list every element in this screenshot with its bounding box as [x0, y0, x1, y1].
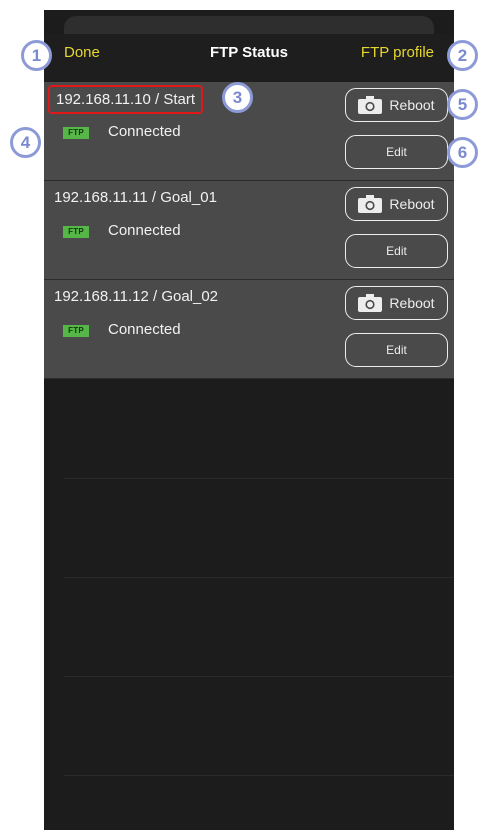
connection-status: Connected [108, 321, 181, 338]
reboot-label: Reboot [389, 295, 435, 311]
navigation-bar: Done FTP Status FTP profile [44, 34, 454, 82]
edit-label: Edit [386, 145, 407, 159]
reboot-button[interactable]: Reboot [345, 88, 448, 122]
edit-label: Edit [386, 343, 407, 357]
camera-icon [358, 294, 383, 312]
callout-4: 4 [10, 127, 41, 158]
callout-1: 1 [21, 40, 52, 71]
edit-label: Edit [386, 244, 407, 258]
camera-address-label: 192.168.11.12 / Goal_02 [54, 288, 219, 305]
divider [64, 577, 454, 578]
phone-screen: Done FTP Status FTP profile 192.168.11.1… [44, 10, 454, 830]
divider [64, 676, 454, 677]
empty-list-area [44, 379, 454, 830]
edit-button[interactable]: Edit [345, 234, 448, 268]
callout-5: 5 [447, 89, 478, 120]
camera-icon [358, 195, 383, 213]
reboot-label: Reboot [389, 196, 435, 212]
reboot-button[interactable]: Reboot [345, 286, 448, 320]
reboot-button[interactable]: Reboot [345, 187, 448, 221]
camera-icon [358, 96, 383, 114]
camera-list: 192.168.11.10 / Start FTP Connected Rebo… [44, 82, 454, 379]
ftp-badge: FTP [63, 127, 89, 139]
connection-status: Connected [108, 123, 181, 140]
camera-address-label: 192.168.11.11 / Goal_01 [54, 189, 217, 206]
edit-button[interactable]: Edit [345, 333, 448, 367]
ftp-badge: FTP [63, 226, 89, 238]
callout-3: 3 [222, 82, 253, 113]
callout-2: 2 [447, 40, 478, 71]
divider [64, 775, 454, 776]
list-item: 192.168.11.12 / Goal_02 FTP Connected Re… [44, 280, 454, 379]
callout-6: 6 [447, 137, 478, 168]
camera-address-label: 192.168.11.10 / Start [48, 85, 203, 114]
reboot-label: Reboot [389, 97, 435, 113]
list-item: 192.168.11.11 / Goal_01 FTP Connected Re… [44, 181, 454, 280]
ftp-badge: FTP [63, 325, 89, 337]
divider [64, 478, 454, 479]
edit-button[interactable]: Edit [345, 135, 448, 169]
ftp-profile-button[interactable]: FTP profile [361, 44, 434, 61]
connection-status: Connected [108, 222, 181, 239]
